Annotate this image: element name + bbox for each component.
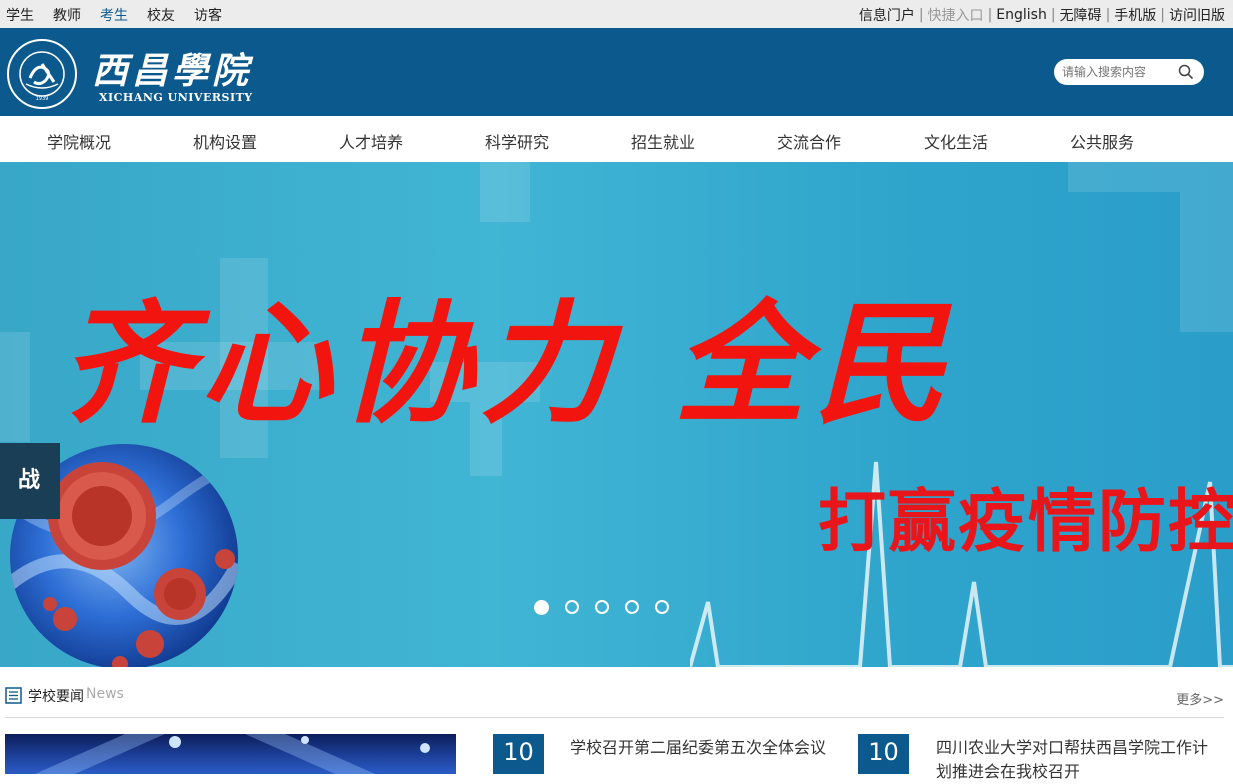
news-section-header: 学校要闻 News 更多>>: [5, 680, 1224, 718]
separator: |: [1160, 7, 1165, 23]
link-english[interactable]: English: [996, 7, 1047, 23]
link-teacher[interactable]: 教师: [53, 5, 81, 25]
banner-title: 齐心协力 全民: [60, 287, 954, 442]
banner-subtitle: 打赢疫情防控阻: [818, 482, 1233, 562]
carousel-dot[interactable]: [534, 600, 549, 615]
banner-decoration: [1180, 192, 1233, 332]
news-date-badge: 10: [493, 734, 544, 774]
carousel-dot[interactable]: [595, 600, 609, 614]
news-featured-image[interactable]: [5, 734, 456, 774]
logo-chinese[interactable]: 西昌學院: [92, 42, 252, 94]
nav-item-services[interactable]: 公共服务: [1070, 129, 1134, 153]
nav-item-admissions[interactable]: 招生就业: [631, 129, 695, 153]
news-title-en: News: [86, 686, 124, 702]
search-box: [1054, 59, 1204, 85]
nav-item-about[interactable]: 学院概况: [47, 129, 111, 153]
link-visitor[interactable]: 访客: [194, 5, 222, 25]
banner-tag: 战疫: [0, 443, 60, 519]
carousel-dot[interactable]: [565, 600, 579, 614]
emblem-year: 1939: [36, 96, 49, 102]
nav-item-research[interactable]: 科学研究: [485, 129, 549, 153]
hero-banner[interactable]: 齐心协力 全民 打赢疫情防控阻 战疫: [0, 162, 1233, 667]
link-quick-entry[interactable]: 快捷入口: [928, 5, 984, 25]
news-item-title[interactable]: 四川农业大学对口帮扶西昌学院工作计划推进会在我校召开: [936, 736, 1216, 784]
banner-decoration: [480, 162, 530, 222]
link-student[interactable]: 学生: [6, 5, 34, 25]
nav-item-education[interactable]: 人才培养: [339, 129, 403, 153]
news-date-badge: 10: [858, 734, 909, 774]
news-item-title[interactable]: 学校召开第二届纪委第五次全体会议: [570, 736, 840, 760]
nav-item-departments[interactable]: 机构设置: [193, 129, 257, 153]
stage-lights-icon: [35, 734, 430, 774]
carousel-dot[interactable]: [655, 600, 669, 614]
separator: |: [987, 7, 993, 23]
link-info-portal[interactable]: 信息门户: [859, 5, 915, 25]
utility-links: 信息门户 | 快捷入口 | English | 无障碍 | 手机版 | 访问旧版: [859, 5, 1225, 25]
separator: |: [1050, 7, 1056, 23]
news-title: 学校要闻: [28, 689, 84, 705]
main-nav: 学院概况 机构设置 人才培养 科学研究 招生就业 交流合作 文化生活 公共服务: [0, 116, 1233, 162]
carousel-dot[interactable]: [625, 600, 639, 614]
search-icon[interactable]: [1178, 64, 1194, 80]
link-mobile[interactable]: 手机版: [1114, 5, 1156, 25]
separator: |: [1105, 7, 1111, 23]
logo-english[interactable]: XICHANG UNIVERSITY: [99, 91, 253, 104]
search-input[interactable]: [1062, 63, 1172, 81]
news-list-icon: [5, 687, 22, 704]
banner-decoration: [0, 332, 30, 442]
link-old-version[interactable]: 访问旧版: [1169, 5, 1225, 25]
separator: |: [918, 7, 924, 23]
audience-links: 学生 教师 考生 校友 访客: [6, 5, 222, 25]
news-more-link[interactable]: 更多>>: [1176, 689, 1224, 708]
site-header: 1939 西昌學院 XICHANG UNIVERSITY: [0, 28, 1233, 116]
link-accessibility[interactable]: 无障碍: [1060, 5, 1102, 25]
link-applicant[interactable]: 考生: [100, 5, 128, 25]
banner-decoration: [1068, 162, 1233, 192]
carousel-pagination: [534, 600, 669, 615]
link-alumni[interactable]: 校友: [147, 5, 175, 25]
university-emblem-icon[interactable]: 1939: [6, 38, 78, 110]
top-utility-bar: 学生 教师 考生 校友 访客 信息门户 | 快捷入口 | English | 无…: [0, 0, 1233, 28]
nav-item-culture[interactable]: 文化生活: [924, 129, 988, 153]
nav-item-exchange[interactable]: 交流合作: [777, 129, 841, 153]
